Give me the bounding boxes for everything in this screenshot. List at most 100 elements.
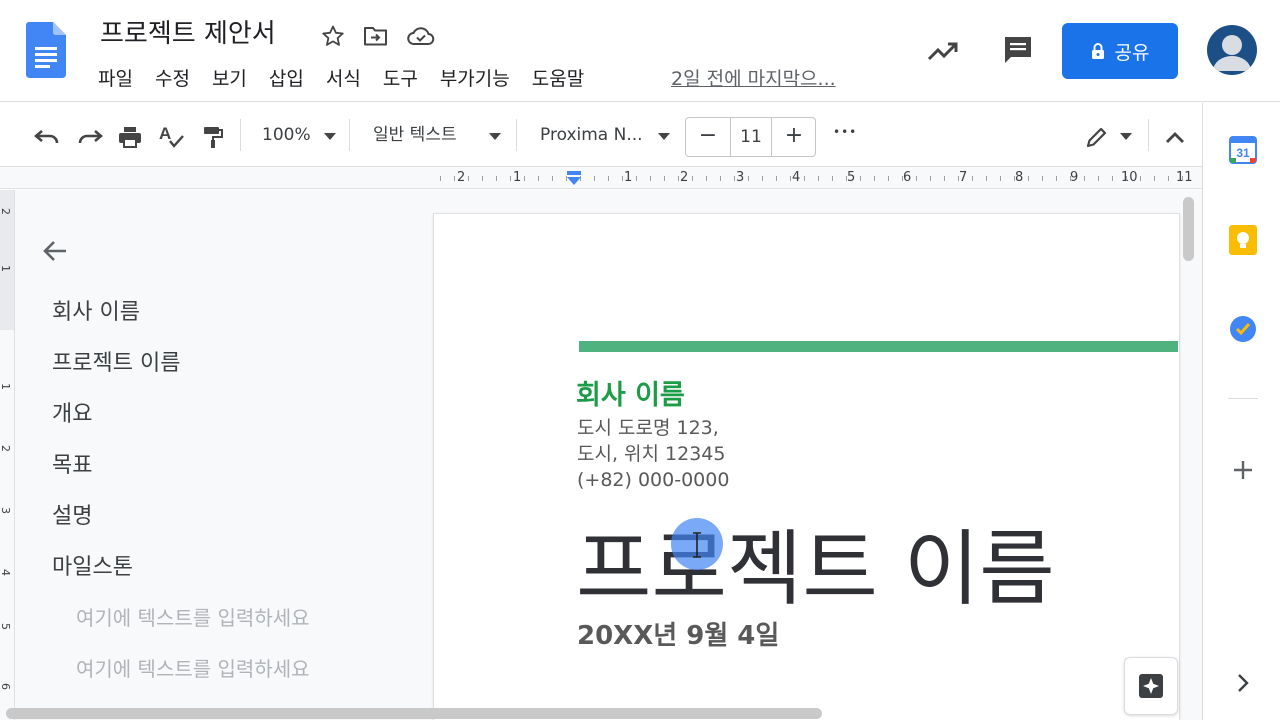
address-line[interactable]: 도시, 위치 12345 [577, 441, 725, 467]
ruler-tick [482, 176, 483, 181]
zoom-select[interactable]: 100% [262, 121, 311, 149]
outline-item-overview[interactable]: 개요 [52, 396, 92, 428]
zoom-chevron-down-icon[interactable] [324, 133, 336, 140]
ruler-tick [650, 176, 651, 181]
more-options-icon[interactable]: ••• [833, 118, 857, 146]
svg-text:31: 31 [1236, 146, 1250, 160]
cloud-status-icon[interactable] [407, 22, 435, 50]
add-addon-plus-icon[interactable] [1228, 455, 1258, 485]
paint-format-icon[interactable] [199, 123, 227, 151]
paragraph-style-select[interactable]: 일반 텍스트 [373, 121, 457, 149]
editing-mode-pencil-icon[interactable] [1083, 123, 1111, 151]
decrease-font-size-button[interactable]: − [686, 118, 730, 156]
vertical-ruler-label: 1 [0, 383, 12, 390]
menu-file[interactable]: 파일 [98, 64, 133, 94]
hide-menus-chevron-up-icon[interactable] [1161, 123, 1189, 151]
menu-view[interactable]: 보기 [212, 64, 247, 94]
document-page[interactable] [434, 214, 1179, 720]
ruler-label: 3 [736, 170, 745, 185]
indent-marker-icon[interactable] [565, 171, 583, 187]
close-outline-arrow-left-icon[interactable] [40, 236, 70, 266]
outline-item-goals[interactable]: 목표 [52, 447, 92, 479]
vertical-scrollbar[interactable] [1183, 197, 1194, 261]
ruler-tick [790, 176, 791, 181]
ruler-tick [552, 176, 553, 181]
ruler-tick [748, 176, 749, 181]
share-button[interactable]: 공유 [1062, 23, 1178, 79]
ruler-tick [678, 176, 679, 181]
calendar-icon[interactable]: 31 [1228, 135, 1258, 165]
ruler-tick [776, 176, 777, 181]
print-icon[interactable] [116, 123, 144, 151]
toolbar: A 100% 일반 텍스트 Proxima N... − 11 + ••• [0, 103, 1202, 167]
undo-icon[interactable] [33, 123, 61, 151]
ruler-tick [1084, 176, 1085, 181]
move-to-folder-icon[interactable] [362, 22, 390, 50]
redo-icon[interactable] [76, 123, 104, 151]
explore-sparkle-button[interactable] [1124, 657, 1178, 715]
ruler-tick [874, 176, 875, 181]
outline-item-milestones[interactable]: 마일스톤 [52, 549, 133, 581]
horizontal-scrollbar[interactable] [6, 708, 822, 719]
account-avatar[interactable] [1207, 25, 1257, 75]
ruler-tick [706, 176, 707, 181]
last-edit-link[interactable]: 2일 전에 마지막으... [671, 64, 836, 94]
star-icon[interactable] [319, 22, 347, 50]
font-size-input[interactable]: 11 [730, 118, 772, 156]
ruler-label: 4 [792, 170, 801, 185]
company-name[interactable]: 회사 이름 [576, 377, 685, 415]
font-chevron-down-icon[interactable] [658, 133, 670, 140]
ruler-tick [510, 176, 511, 181]
outline-item-project[interactable]: 프로젝트 이름 [52, 345, 180, 377]
increase-font-size-button[interactable]: + [772, 118, 816, 156]
spellcheck-icon[interactable]: A [158, 123, 186, 151]
menu-tools[interactable]: 도구 [383, 64, 418, 94]
ruler-tick [1042, 176, 1043, 181]
ruler-tick [818, 176, 819, 181]
ruler-tick [720, 176, 721, 181]
editing-mode-chevron-icon[interactable] [1120, 133, 1132, 140]
expand-panel-chevron-right-icon[interactable] [1228, 668, 1258, 698]
lock-icon [1091, 42, 1105, 60]
horizontal-ruler: 2 1 1 2 3 4 5 6 7 8 9 10 11 [0, 167, 1202, 189]
document-title[interactable]: 프로젝트 제안서 [100, 16, 276, 52]
ruler-tick [1000, 176, 1001, 181]
comment-icon[interactable] [1001, 33, 1035, 67]
activity-trend-icon[interactable] [926, 34, 960, 68]
menu-help[interactable]: 도움말 [532, 64, 584, 94]
keep-notes-icon[interactable] [1228, 225, 1258, 255]
ruler-tick [902, 176, 903, 181]
green-accent-bar [579, 341, 1178, 352]
menu-edit[interactable]: 수정 [155, 64, 190, 94]
ruler-tick [608, 176, 609, 181]
google-docs-logo-icon[interactable] [26, 22, 66, 78]
side-panel: 31 [1202, 103, 1280, 720]
ruler-tick [986, 176, 987, 181]
ruler-label: 1 [624, 170, 633, 185]
font-family-select[interactable]: Proxima N... [540, 121, 643, 149]
toolbar-divider [1148, 119, 1149, 151]
vertical-ruler-label: 5 [0, 623, 12, 630]
style-chevron-down-icon[interactable] [489, 133, 501, 140]
tasks-icon[interactable] [1228, 314, 1258, 344]
project-title[interactable]: 프로젝트 이름 [576, 520, 1055, 620]
menu-format[interactable]: 서식 [326, 64, 361, 94]
outline-item-company[interactable]: 회사 이름 [52, 294, 140, 326]
ruler-tick [468, 176, 469, 181]
project-date[interactable]: 20XX년 9월 4일 [577, 616, 779, 656]
ruler-tick [888, 176, 889, 181]
ruler-label: 2 [457, 170, 466, 185]
ruler-tick [524, 176, 525, 181]
phone-line[interactable]: (+82) 000-0000 [577, 467, 729, 493]
outline-item-description[interactable]: 설명 [52, 498, 92, 530]
outline-subitem[interactable]: 여기에 텍스트를 입력하세요 [76, 653, 310, 682]
ruler-tick [496, 176, 497, 181]
outline-subitem[interactable]: 여기에 텍스트를 입력하세요 [76, 602, 310, 631]
ruler-tick [1028, 176, 1029, 181]
address-line[interactable]: 도시 도로명 123, [577, 415, 719, 441]
ruler-tick [622, 176, 623, 181]
menu-insert[interactable]: 삽입 [269, 64, 304, 94]
menu-addons[interactable]: 부가기능 [440, 64, 510, 94]
side-panel-divider [1228, 398, 1258, 399]
ruler-tick [664, 176, 665, 181]
